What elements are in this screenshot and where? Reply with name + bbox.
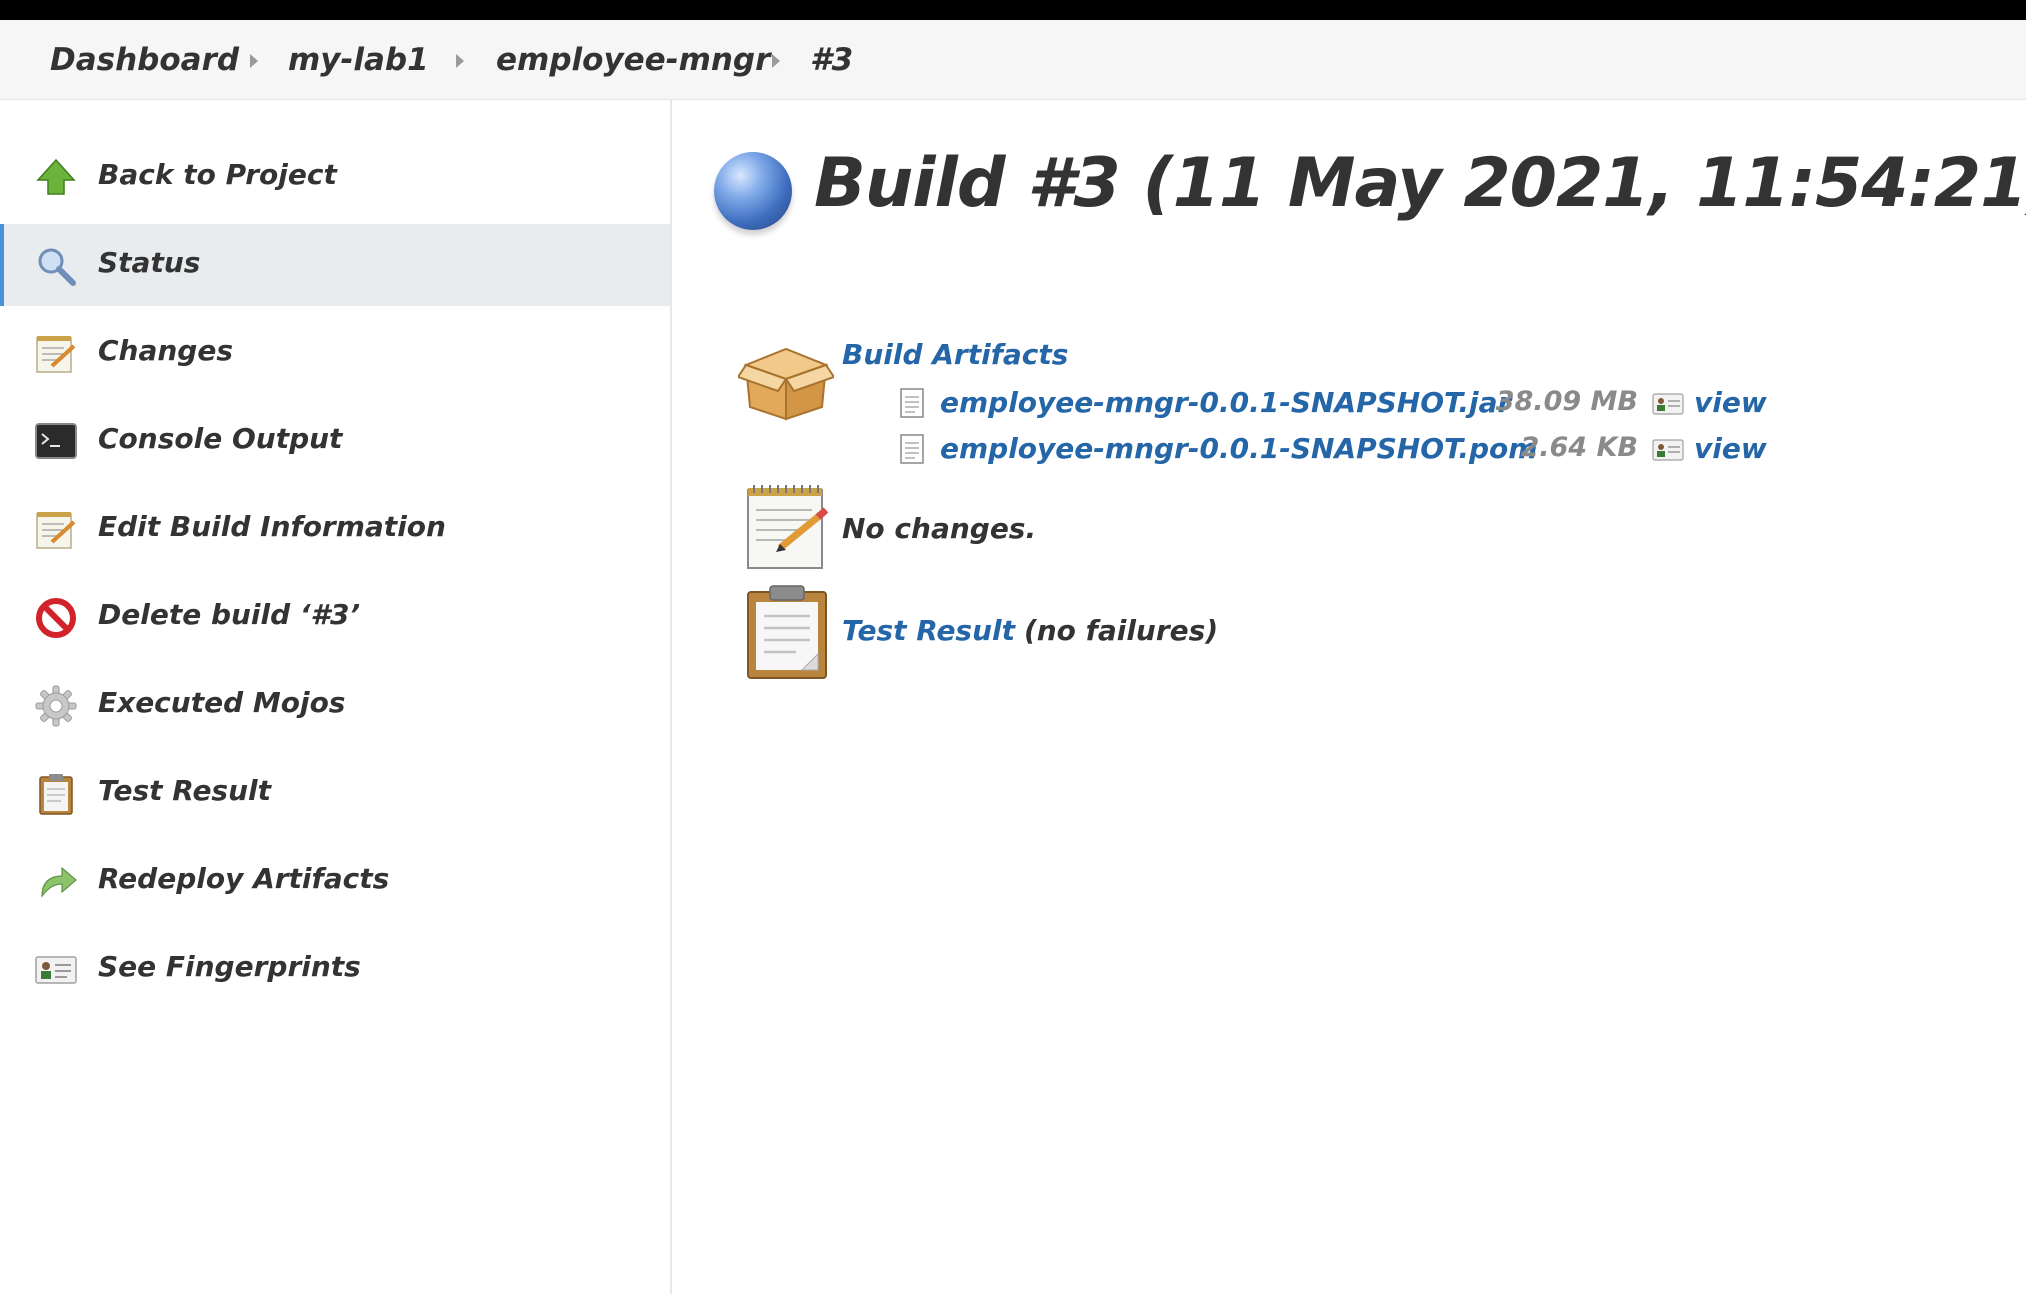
breadcrumb-separator-icon[interactable] [772,54,780,68]
sidebar-item-executed-mojos[interactable]: Executed Mojos [0,664,670,746]
notepad-edit-icon [747,485,829,569]
terminal-icon [35,423,77,459]
package-box-icon [738,347,834,421]
gear-icon [35,685,77,727]
breadcrumb-build-3[interactable]: #3 [810,42,853,78]
test-result-row: Test Result (no failures) [842,614,1218,647]
build-status-ball-icon [714,152,792,230]
breadcrumb: Dashboard my-lab1 employee-mngr #3 [0,20,2026,100]
no-changes-text: No changes. [842,512,1037,545]
main-panel: Build #3 (11 May 2021, 11:54:21) Build A… [672,100,2026,1294]
sidebar-item-label: Executed Mojos [98,686,346,719]
sidebar-item-status[interactable]: Status [0,224,670,306]
test-result-summary: (no failures) [1023,614,1219,647]
clipboard-icon [747,585,827,679]
side-panel: Back to Project Status Changes Console O… [0,100,672,1294]
magnifier-icon [38,248,76,286]
artifact-file-link[interactable]: employee-mngr-0.0.1-SNAPSHOT.jar [940,386,1511,419]
notepad-icon [36,336,76,373]
artifact-view-link[interactable]: view [1694,386,1767,419]
sidebar-item-see-fingerprints[interactable]: See Fingerprints [0,928,670,1010]
sidebar-item-label: Edit Build Information [98,510,446,543]
test-result-link[interactable]: Test Result [842,614,1015,647]
sidebar-item-console-output[interactable]: Console Output [0,400,670,482]
sidebar-item-back-to-project[interactable]: Back to Project [0,136,670,218]
sidebar-item-delete-build[interactable]: Delete build ‘#3’ [0,576,670,658]
sidebar-item-label: Console Output [98,422,343,455]
notepad-edit-icon [36,512,76,549]
top-bar [0,0,2026,20]
file-icon [900,388,924,418]
build-artifacts-link[interactable]: Build Artifacts [842,338,1068,371]
breadcrumb-employee-mngr[interactable]: employee-mngr [496,42,770,78]
artifact-view-link[interactable]: view [1694,432,1767,465]
sidebar-item-label: Back to Project [98,158,337,191]
artifact-file-link[interactable]: employee-mngr-0.0.1-SNAPSHOT.pom [940,432,1537,465]
artifact-file-size: 38.09 MB [1495,386,1638,417]
clipboard-icon [39,774,73,815]
sidebar-item-redeploy-artifacts[interactable]: Redeploy Artifacts [0,840,670,922]
sidebar-item-test-result[interactable]: Test Result [0,752,670,834]
page-title: Build #3 (11 May 2021, 11:54:21) [814,144,2026,223]
file-icon [900,434,924,464]
fingerprint-card-icon[interactable] [1652,392,1684,416]
fingerprint-card-icon[interactable] [1652,438,1684,462]
redeploy-arrow-icon [41,866,77,898]
breadcrumb-separator-icon[interactable] [250,54,258,68]
artifact-file-size: 2.64 KB [1520,432,1638,463]
sidebar-item-label: Changes [98,334,234,367]
sidebar-item-label: Test Result [98,774,272,807]
breadcrumb-dashboard[interactable]: Dashboard [50,42,239,78]
up-arrow-icon [36,158,76,195]
sidebar-item-label: Redeploy Artifacts [98,862,390,895]
sidebar-item-label: Delete build ‘#3’ [98,598,361,631]
sidebar-item-label: Status [98,246,201,279]
breadcrumb-separator-icon[interactable] [456,54,464,68]
sidebar-item-edit-build-information[interactable]: Edit Build Information [0,488,670,570]
sidebar-item-changes[interactable]: Changes [0,312,670,394]
list-item: employee-mngr-0.0.1-SNAPSHOT.pom 2.64 KB… [900,430,1800,470]
no-entry-icon [36,598,76,638]
list-item: employee-mngr-0.0.1-SNAPSHOT.jar 38.09 M… [900,384,1800,424]
sidebar-item-label: See Fingerprints [98,950,361,983]
fingerprint-card-icon [35,956,77,984]
breadcrumb-my-lab1[interactable]: my-lab1 [288,42,429,78]
